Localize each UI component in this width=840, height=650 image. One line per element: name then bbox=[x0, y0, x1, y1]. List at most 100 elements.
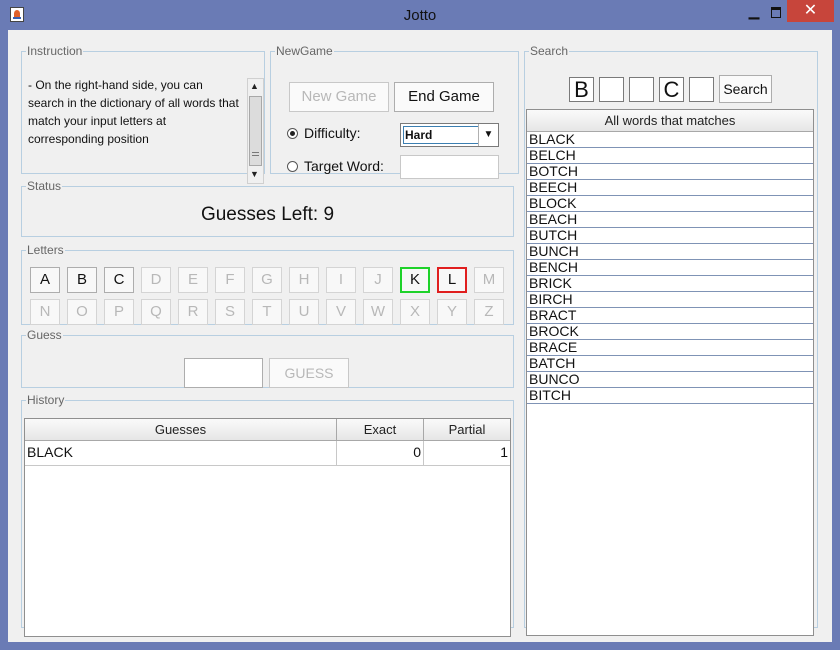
letter-button-q[interactable]: Q bbox=[141, 299, 171, 325]
result-row[interactable]: BEECH bbox=[527, 180, 813, 196]
minimize-button[interactable]: ▁ bbox=[742, 0, 766, 22]
difficulty-label: Difficulty: bbox=[304, 125, 361, 141]
guess-input[interactable] bbox=[184, 358, 263, 388]
result-row[interactable]: BRACT bbox=[527, 308, 813, 324]
guess-legend: Guess bbox=[27, 328, 62, 342]
status-legend: Status bbox=[27, 179, 62, 193]
scroll-down-icon[interactable]: ▼ bbox=[250, 169, 259, 179]
letter-button-d[interactable]: D bbox=[141, 267, 171, 293]
result-row[interactable]: BATCH bbox=[527, 356, 813, 372]
result-row[interactable]: BUNCH bbox=[527, 244, 813, 260]
window-content: Instruction - On the right-hand side, yo… bbox=[8, 30, 832, 642]
letter-button-j[interactable]: J bbox=[363, 267, 393, 293]
new-game-button[interactable]: New Game bbox=[289, 82, 389, 112]
close-button[interactable]: ✕ bbox=[787, 0, 834, 22]
letter-button-x[interactable]: X bbox=[400, 299, 430, 325]
letter-button-i[interactable]: I bbox=[326, 267, 356, 293]
guess-button[interactable]: GUESS bbox=[269, 358, 349, 388]
letter-button-y[interactable]: Y bbox=[437, 299, 467, 325]
history-rows: BLACK 0 1 bbox=[25, 441, 510, 466]
search-letter-input-1[interactable]: B bbox=[569, 77, 594, 102]
result-row[interactable]: BEACH bbox=[527, 212, 813, 228]
letters-legend: Letters bbox=[27, 243, 64, 257]
result-row[interactable]: BRICK bbox=[527, 276, 813, 292]
letter-button-o[interactable]: O bbox=[67, 299, 97, 325]
result-row[interactable]: BLACK bbox=[527, 132, 813, 148]
history-cell-word: BLACK bbox=[25, 441, 337, 465]
letter-button-t[interactable]: T bbox=[252, 299, 282, 325]
scroll-thumb[interactable] bbox=[249, 96, 262, 166]
letter-button-z[interactable]: Z bbox=[474, 299, 504, 325]
guesses-left-text: Guesses Left: 9 bbox=[200, 204, 335, 225]
result-row[interactable]: BUNCO bbox=[527, 372, 813, 388]
result-row[interactable]: BOTCH bbox=[527, 164, 813, 180]
title-bar: Jotto ▁ ✕ bbox=[0, 0, 840, 30]
instruction-line: - On the right-hand side, you can bbox=[28, 78, 203, 92]
history-panel: History Guesses Exact Partial BLACK 0 1 bbox=[21, 393, 514, 637]
history-row[interactable]: BLACK 0 1 bbox=[25, 441, 510, 466]
letter-button-n[interactable]: N bbox=[30, 299, 60, 325]
letter-button-m[interactable]: M bbox=[474, 267, 504, 293]
search-panel: Search B C Search All words that matches … bbox=[524, 44, 818, 636]
radio-selected-dot bbox=[290, 131, 295, 136]
newgame-panel: NewGame New Game End Game Difficulty: Ha… bbox=[270, 44, 519, 179]
letter-button-s[interactable]: S bbox=[215, 299, 245, 325]
history-col-partial[interactable]: Partial bbox=[424, 419, 510, 441]
letter-button-r[interactable]: R bbox=[178, 299, 208, 325]
letter-button-v[interactable]: V bbox=[326, 299, 356, 325]
letter-button-g[interactable]: G bbox=[252, 267, 282, 293]
chevron-down-icon[interactable]: ▼ bbox=[478, 124, 498, 146]
search-letter-input-4[interactable]: C bbox=[659, 77, 684, 102]
result-row[interactable]: BRACE bbox=[527, 340, 813, 356]
search-letter-input-2[interactable] bbox=[599, 77, 624, 102]
newgame-legend: NewGame bbox=[276, 44, 333, 58]
letter-button-h[interactable]: H bbox=[289, 267, 319, 293]
letter-button-k[interactable]: K bbox=[400, 267, 430, 293]
history-legend: History bbox=[27, 393, 65, 407]
result-row[interactable]: BLOCK bbox=[527, 196, 813, 212]
instruction-line: search in the dictionary of all words th… bbox=[28, 96, 239, 110]
result-row[interactable]: BUTCH bbox=[527, 228, 813, 244]
result-row[interactable]: BROCK bbox=[527, 324, 813, 340]
window-title: Jotto bbox=[403, 7, 437, 24]
results-rows: BLACK BELCH BOTCH BEECH BLOCK BEACH BUTCH BUNCH… bbox=[527, 132, 813, 404]
target-word-input[interactable] bbox=[400, 155, 499, 179]
results-header[interactable]: All words that matches bbox=[527, 110, 813, 132]
letter-button-w[interactable]: W bbox=[363, 299, 393, 325]
search-legend: Search bbox=[530, 44, 569, 58]
result-row[interactable]: BIRCH bbox=[527, 292, 813, 308]
history-col-guesses[interactable]: Guesses bbox=[25, 419, 337, 441]
letter-button-c[interactable]: C bbox=[104, 267, 134, 293]
difficulty-select[interactable]: Hard ▼ bbox=[400, 123, 499, 147]
letter-button-l[interactable]: L bbox=[437, 267, 467, 293]
target-word-label: Target Word: bbox=[304, 158, 384, 174]
scroll-up-icon[interactable]: ▲ bbox=[250, 81, 259, 91]
letter-button-a[interactable]: A bbox=[30, 267, 60, 293]
instruction-scrollbar[interactable]: ▲ ▼ bbox=[247, 78, 264, 184]
letter-button-f[interactable]: F bbox=[215, 267, 245, 293]
letters-grid: ABCDEFGHIJKLM NOPQRSTUVWXYZ bbox=[22, 257, 513, 337]
difficulty-value: Hard bbox=[403, 126, 479, 144]
search-letter-input-5[interactable] bbox=[689, 77, 714, 102]
target-word-radio[interactable] bbox=[287, 161, 298, 172]
history-col-exact[interactable]: Exact bbox=[337, 419, 424, 441]
letter-button-b[interactable]: B bbox=[67, 267, 97, 293]
result-row[interactable]: BELCH bbox=[527, 148, 813, 164]
letter-button-p[interactable]: P bbox=[104, 299, 134, 325]
end-game-button[interactable]: End Game bbox=[394, 82, 494, 112]
letter-button-e[interactable]: E bbox=[178, 267, 208, 293]
status-panel: Status Guesses Left: 9 bbox=[21, 179, 514, 237]
letter-button-u[interactable]: U bbox=[289, 299, 319, 325]
search-letter-input-3[interactable] bbox=[629, 77, 654, 102]
result-row[interactable]: BITCH bbox=[527, 388, 813, 404]
difficulty-radio[interactable] bbox=[287, 128, 298, 139]
search-button[interactable]: Search bbox=[719, 75, 772, 103]
maximize-button[interactable] bbox=[766, 0, 786, 22]
maximize-icon bbox=[771, 6, 781, 18]
history-cell-exact: 0 bbox=[337, 441, 424, 465]
instruction-line: corresponding position bbox=[28, 132, 149, 146]
letters-panel: Letters ABCDEFGHIJKLM NOPQRSTUVWXYZ bbox=[21, 243, 514, 325]
instruction-line: match your input letters at bbox=[28, 114, 167, 128]
result-row[interactable]: BENCH bbox=[527, 260, 813, 276]
instruction-text: - On the right-hand side, you can search … bbox=[28, 76, 244, 148]
